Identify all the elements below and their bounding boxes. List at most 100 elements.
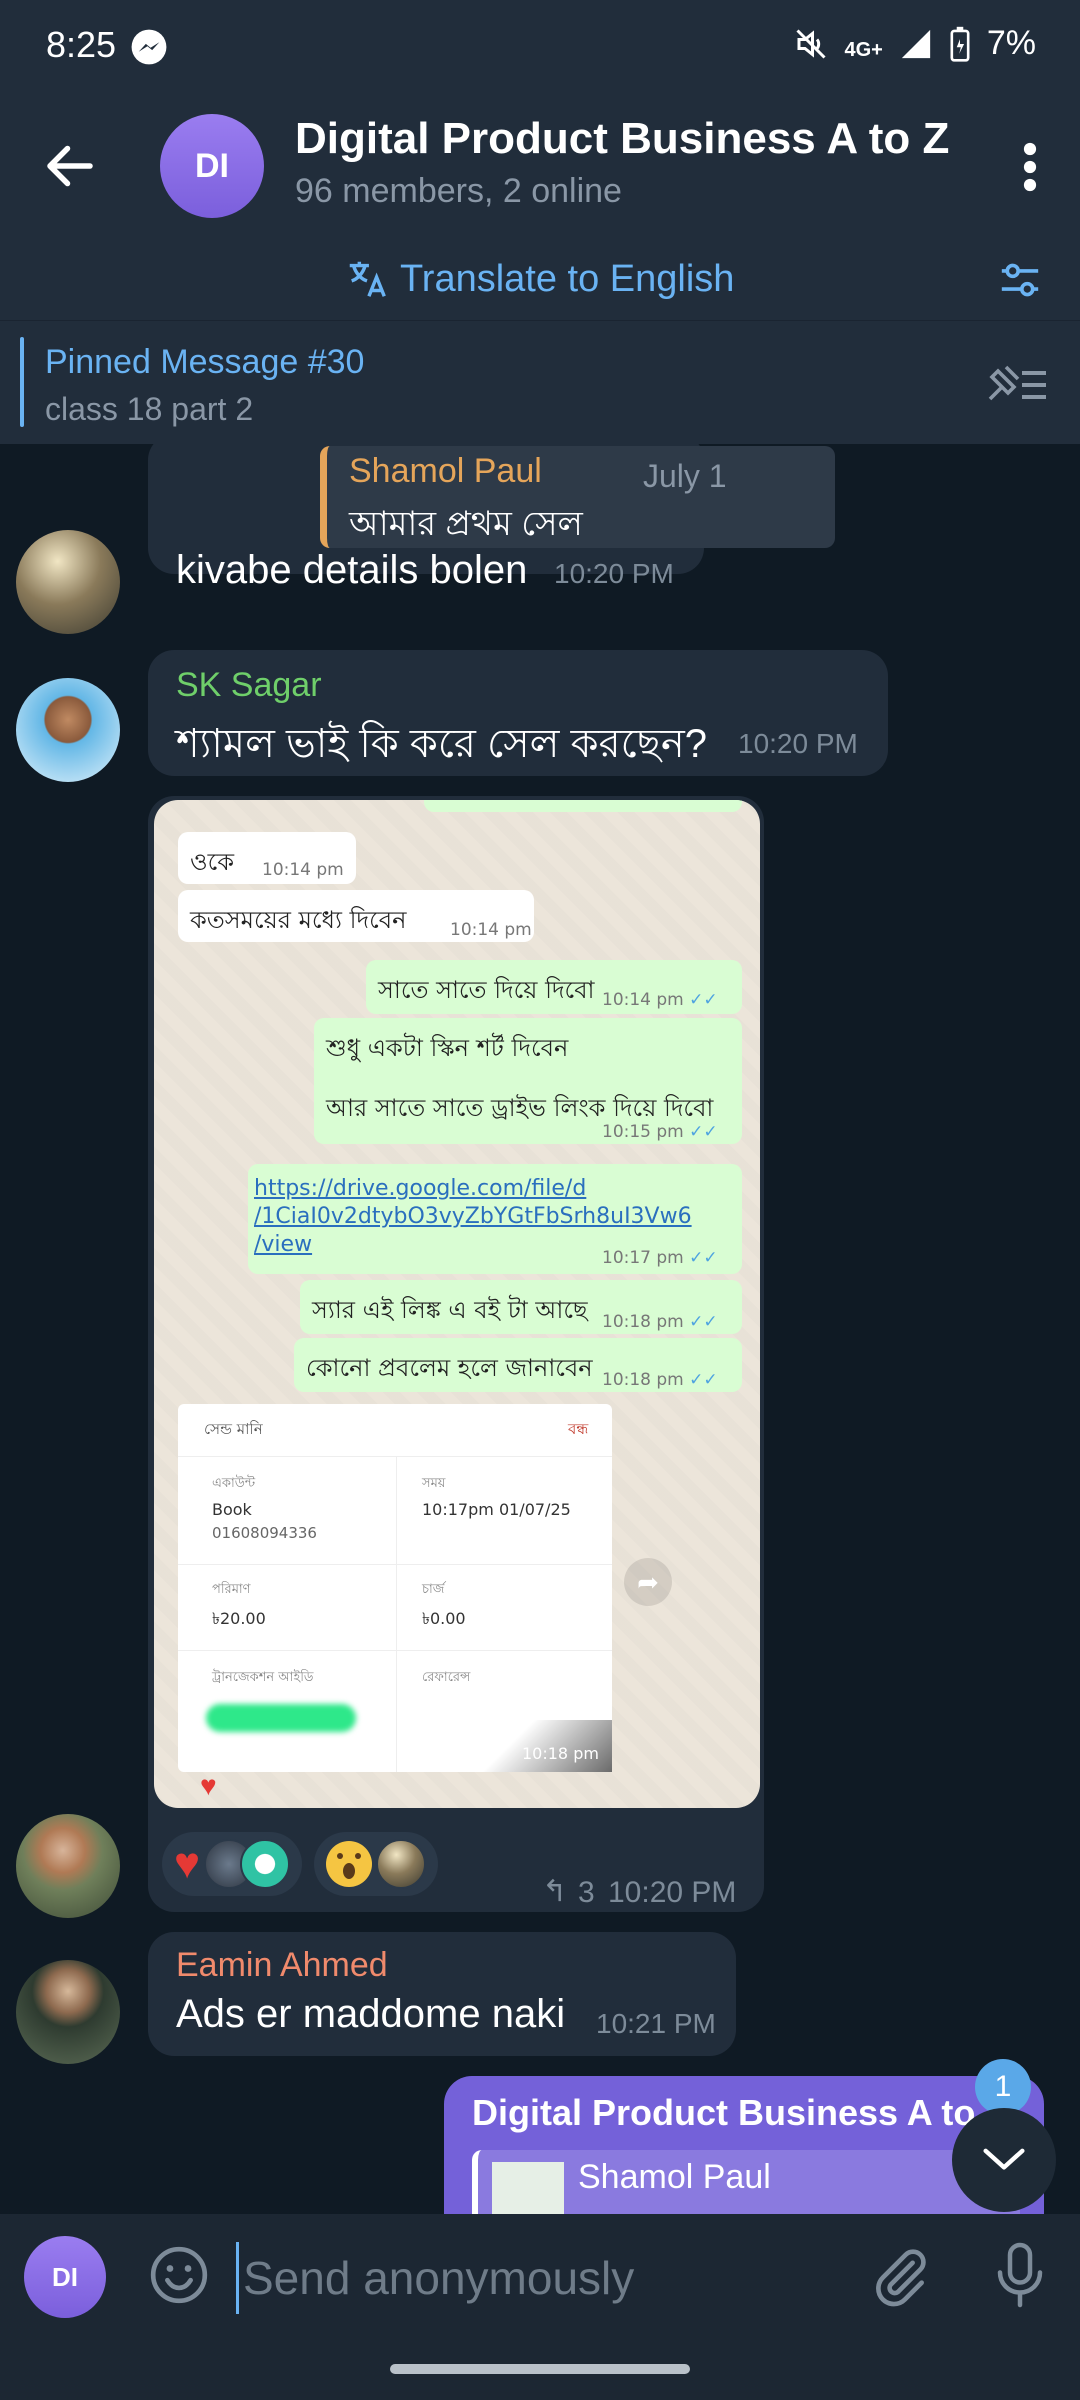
translate-settings-icon[interactable] [998, 260, 1042, 300]
replies-count[interactable]: 3 [578, 1876, 595, 1910]
home-gesture-pill[interactable] [390, 2364, 690, 2374]
send-as-avatar[interactable]: DI [24, 2236, 106, 2318]
chat-area[interactable]: Shamol Paul July 1 আমার প্রথম সেল kivabe… [0, 444, 1080, 2214]
sender-name[interactable]: Eamin Ahmed [176, 1946, 388, 1985]
unread-badge: 1 [975, 2059, 1031, 2115]
wa-time: 10:18 pm ✓✓ [602, 1370, 718, 1390]
attach-icon[interactable] [870, 2244, 932, 2310]
system-nav-bar [0, 2342, 1080, 2400]
divider [178, 1456, 612, 1457]
receipt-label: চার্জ [422, 1582, 445, 1597]
reactor-avatar [240, 1839, 291, 1889]
status-time: 8:25 [46, 24, 117, 65]
avatar-sk-sagar[interactable] [16, 678, 120, 782]
receipt-value: 10:17pm 01/07/25 [422, 1500, 571, 1519]
wa-text: স্যার এই লিঙ্ক এ বই টা আছে [312, 1296, 588, 1324]
reactor-avatar [376, 1839, 427, 1889]
message-time: 10:21 PM [596, 2008, 716, 2039]
wa-time: 10:14 pm [450, 920, 532, 940]
wa-bubble-partial [424, 800, 742, 812]
message-input[interactable] [236, 2242, 825, 2314]
wa-link: https://drive.google.com/file/d [254, 1176, 587, 1201]
pinned-list-icon[interactable] [984, 361, 1048, 405]
receipt-label: পরিমাণ [212, 1582, 251, 1597]
translate-icon [349, 261, 386, 297]
wa-time: 10:14 pm ✓✓ [602, 990, 718, 1010]
more-menu-icon[interactable] [1010, 140, 1050, 194]
reaction-scream[interactable] [314, 1832, 439, 1896]
wa-bubble: স্যার এই লিঙ্ক এ বই টা আছে 10:18 pm ✓✓ [300, 1280, 742, 1334]
wa-text: শুধু একটা স্কিন শর্ট দিবেন [326, 1034, 569, 1062]
redaction-mark [206, 1704, 356, 1732]
message-input-bar: DI [0, 2214, 1080, 2342]
message-text: Ads er maddome naki [176, 1992, 566, 2036]
scroll-down-button[interactable] [952, 2108, 1056, 2212]
wa-text: সাতে সাতে দিয়ে দিবো [378, 976, 595, 1004]
reactions-row: ♥ [162, 1832, 439, 1898]
screenshot-image[interactable]: ওকে 10:14 pm কতসময়ের মধ্যে দিবেন 10:14 … [154, 800, 760, 1808]
reply-preview[interactable]: Shamol Paul July 1 আমার প্রথম সেল [320, 446, 835, 548]
avatar-sender-photo[interactable] [16, 1814, 120, 1918]
reply-text: আমার প্রথম সেল [349, 505, 583, 543]
scream-emoji-icon [326, 1841, 373, 1887]
sender-name[interactable]: SK Sagar [176, 666, 322, 705]
chat-header: DI Digital Product Business A to Z 96 me… [0, 92, 1080, 242]
heart-icon: ♥ [174, 1839, 201, 1888]
back-arrow-icon[interactable] [40, 136, 100, 196]
pinned-indicator [20, 337, 24, 427]
network-type: 4G+ [844, 39, 883, 61]
avatar-eamin-ahmed[interactable] [16, 1960, 120, 2064]
group-title[interactable]: Digital Product Business A to Z [295, 114, 949, 164]
divider [178, 1564, 612, 1565]
wa-bubble: শুধু একটা স্কিন শর্ট দিবেন আর সাতে সাতে … [314, 1018, 742, 1144]
message-time: 10:20 PM [608, 1876, 737, 1909]
reply-preview[interactable]: Shamol Paul [472, 2150, 1020, 2214]
forward-icon: ➦ [624, 1558, 672, 1606]
receipt-value: Book [212, 1500, 252, 1519]
wa-bubble: সাতে সাতে দিয়ে দিবো 10:14 pm ✓✓ [366, 960, 742, 1014]
divider [178, 1650, 612, 1651]
receipt-label: রেফারেন্স [422, 1670, 471, 1685]
group-avatar[interactable]: DI [160, 114, 264, 218]
chevron-down-icon [983, 2148, 1025, 2170]
receipt-label: একাউন্ট [212, 1476, 256, 1491]
battery-percent: 7% [986, 24, 1036, 62]
message-bubble[interactable]: SK Sagar শ্যামল ভাই কি করে সেল করছেন? 10… [148, 650, 888, 776]
emoji-icon[interactable] [148, 2244, 210, 2306]
avatar-shamol[interactable] [16, 530, 120, 634]
status-bar: 8:25 4G+ 7% [0, 0, 1080, 92]
reply-sender: Shamol Paul [349, 452, 542, 490]
wa-text: কতসময়ের মধ্যে দিবেন [190, 906, 407, 934]
message-text: শ্যামল ভাই কি করে সেল করছেন? [176, 722, 708, 766]
pinned-message-bar[interactable]: Pinned Message #30 class 18 part 2 [0, 320, 1080, 445]
receipt-value: ৳20.00 [212, 1609, 266, 1628]
receipt-timestamp: 10:18 pm [522, 1744, 599, 1763]
wa-time: 10:15 pm ✓✓ [602, 1122, 718, 1142]
wa-time: 10:18 pm ✓✓ [602, 1312, 718, 1332]
wa-text: ওকে [190, 848, 235, 876]
pinned-text: class 18 part 2 [45, 391, 254, 427]
signal-icon [901, 29, 931, 58]
mute-icon [795, 28, 826, 59]
wa-bubble: https://drive.google.com/file/d /1CiaI0v… [248, 1164, 742, 1274]
message-bubble[interactable]: Shamol Paul July 1 আমার প্রথম সেল kivabe… [148, 444, 835, 592]
reply-sender: Shamol Paul [578, 2158, 771, 2196]
wa-link: /view [254, 1232, 313, 1257]
receipt-label: সময় [422, 1476, 446, 1491]
reaction-heart[interactable]: ♥ [162, 1832, 303, 1896]
message-bubble[interactable]: Eamin Ahmed Ads er maddome naki 10:21 PM [148, 1932, 736, 2056]
wa-bubble: কতসময়ের মধ্যে দিবেন 10:14 pm [178, 890, 534, 942]
translate-label[interactable]: Translate to English [400, 258, 734, 301]
reply-arrow-icon[interactable]: ↰ [542, 1874, 567, 1909]
message-time: 10:20 PM [738, 728, 858, 759]
pinned-title: Pinned Message #30 [45, 343, 365, 381]
wa-time: 10:17 pm ✓✓ [602, 1248, 718, 1268]
wa-link: /1CiaI0v2dtybO3vyZbYGtFbSrh8uI3Vw6 [254, 1204, 692, 1229]
receipt-close: বন্ধ [568, 1420, 589, 1438]
reply-thumbnail [492, 2162, 564, 2214]
translate-bar[interactable]: Translate to English [0, 242, 1080, 320]
wa-time: 10:14 pm [262, 860, 344, 880]
heart-icon: ♥ [200, 1770, 217, 1801]
microphone-icon[interactable] [990, 2240, 1050, 2310]
group-name-label: Digital Product Business A to Z [472, 2092, 1008, 2133]
